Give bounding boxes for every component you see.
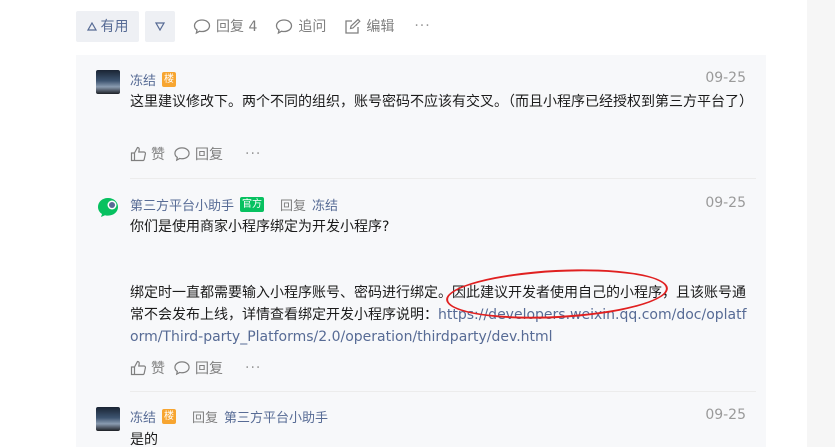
edit-label: 编辑 (366, 19, 395, 35)
reply-button[interactable]: 回复 (173, 358, 223, 378)
reply-text-detail: 绑定时一直都需要输入小程序账号、密码进行绑定。因此建议开发者使用自己的小程序，且… (130, 282, 750, 348)
comment-icon (174, 147, 190, 162)
reply-header: 冻结 楼 回复 第三方平台小助手 (130, 407, 328, 426)
author-name[interactable]: 冻结 (130, 70, 156, 89)
divider (130, 178, 756, 179)
follow-up-button[interactable]: 追问 (275, 16, 326, 36)
like-label: 赞 (151, 147, 165, 163)
reply-text: 是的 (130, 432, 158, 447)
reply-button[interactable]: 回复 4 (193, 16, 257, 36)
reply-date: 09-25 (705, 195, 746, 211)
triangle-up-icon (86, 21, 97, 31)
follow-up-label: 追问 (298, 19, 327, 35)
author-name[interactable]: 冻结 (130, 407, 156, 426)
like-label: 赞 (151, 361, 165, 377)
author-name[interactable]: 第三方平台小助手 (130, 195, 234, 214)
reply-item: 冻结 楼 09-25 这里建议修改下。两个不同的组织，账号密码不应该有交叉。（而… (96, 70, 756, 180)
owner-badge: 楼 (162, 409, 177, 424)
reply-to-name[interactable]: 第三方平台小助手 (224, 407, 328, 426)
avatar[interactable] (96, 407, 120, 431)
edit-button[interactable]: 编辑 (344, 16, 394, 36)
right-scroll-strip (807, 0, 835, 447)
reply-header: 第三方平台小助手 官方 回复 冻结 (130, 195, 338, 214)
thumbs-up-icon (130, 146, 147, 162)
replies-panel: 冻结 楼 09-25 这里建议修改下。两个不同的组织，账号密码不应该有交叉。（而… (76, 55, 766, 447)
more-button[interactable]: ··· (245, 146, 261, 162)
reply-header: 冻结 楼 (130, 70, 177, 89)
reply-to-word: 回复 (280, 199, 307, 214)
comment-icon (276, 18, 293, 34)
useful-button[interactable]: 有用 (76, 10, 139, 42)
more-button[interactable]: ··· (414, 18, 430, 34)
thumbs-up-icon (130, 360, 147, 376)
reply-label: 回复 (195, 147, 223, 163)
owner-badge: 楼 (162, 72, 177, 87)
like-button[interactable]: 赞 (130, 144, 165, 164)
reply-item: 冻结 楼 回复 第三方平台小助手 09-25 是的 (96, 407, 756, 447)
reply-date: 09-25 (705, 70, 746, 86)
reply-button[interactable]: 回复 (173, 144, 223, 164)
not-useful-button[interactable] (145, 10, 175, 42)
edit-icon (345, 18, 362, 34)
reply-to-name[interactable]: 冻结 (312, 195, 338, 214)
reply-label: 回复 (195, 361, 223, 377)
comment-icon (193, 18, 211, 34)
reply-to-word: 回复 (192, 411, 219, 426)
reply-actions: 赞 回复 ··· (130, 144, 261, 164)
official-badge: 官方 (240, 197, 265, 212)
reply-actions: 赞 回复 ··· (130, 358, 261, 378)
divider (130, 391, 756, 392)
third-party-assistant-logo[interactable] (96, 195, 120, 219)
reply-item: 第三方平台小助手 官方 回复 冻结 09-25 你们是使用商家小程序绑定为开发小… (96, 195, 756, 395)
useful-label: 有用 (100, 19, 129, 35)
reply-text: 这里建议修改下。两个不同的组织，账号密码不应该有交叉。（而且小程序已经授权到第三… (130, 94, 753, 110)
avatar[interactable] (96, 70, 120, 94)
more-button[interactable]: ··· (245, 360, 261, 376)
reply-date: 09-25 (705, 407, 746, 423)
reply-count-label: 回复 4 (216, 19, 258, 35)
reply-text-question: 你们是使用商家小程序绑定为开发小程序? (130, 219, 390, 235)
triangle-down-icon (155, 21, 165, 31)
comment-icon (174, 361, 190, 376)
answer-action-bar: 有用 回复 4 追问 编辑 ··· (76, 10, 431, 42)
like-button[interactable]: 赞 (130, 358, 165, 378)
